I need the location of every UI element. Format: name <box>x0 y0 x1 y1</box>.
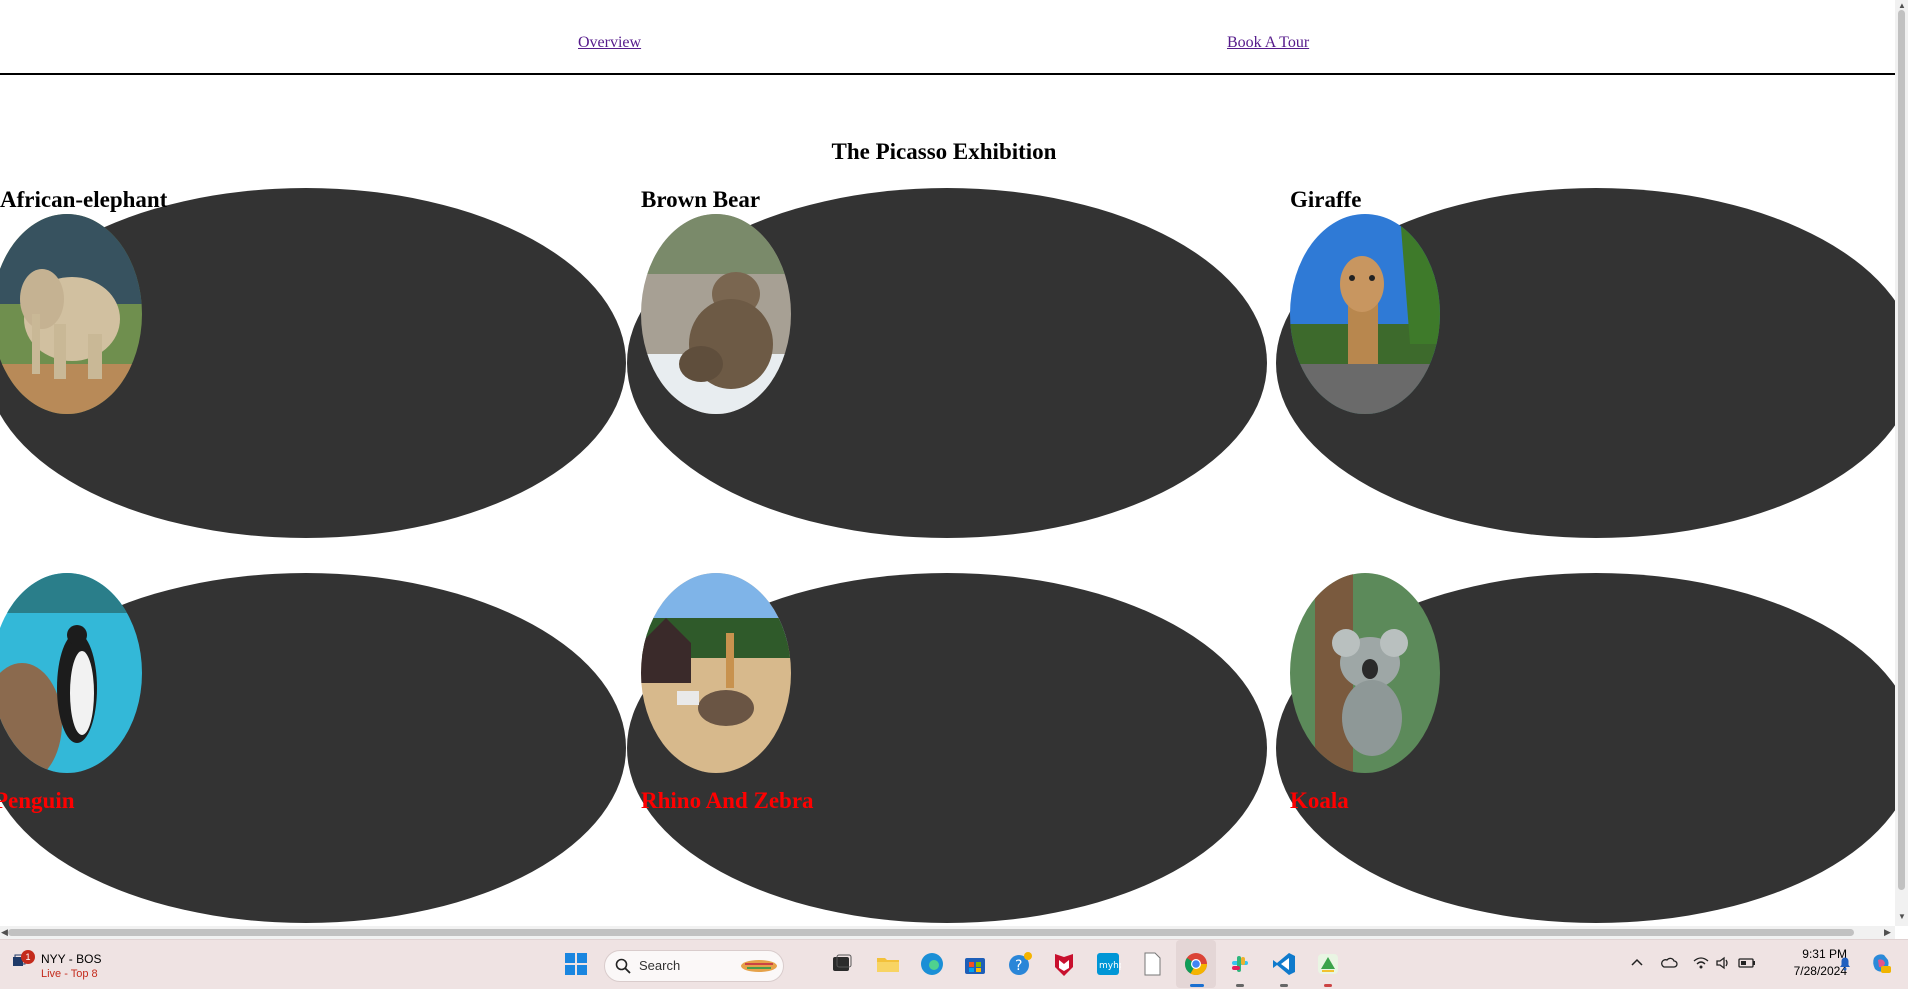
blank-document-icon[interactable] <box>1139 951 1165 977</box>
scroll-left-icon[interactable]: ◀ <box>1 927 8 938</box>
myhp-icon[interactable]: myhp <box>1095 951 1121 977</box>
exhibit-card-koala[interactable]: Koala <box>1276 573 1895 923</box>
clock-time: 9:31 PM <box>1802 947 1847 961</box>
horizontal-scroll-thumb[interactable] <box>8 929 1854 936</box>
koala-photo[interactable] <box>1290 573 1440 773</box>
scroll-down-icon[interactable]: ▼ <box>1898 912 1906 921</box>
search-icon <box>615 958 631 974</box>
copilot-icon[interactable] <box>1870 952 1892 974</box>
chrome-icon[interactable] <box>1183 951 1209 977</box>
vertical-scrollbar[interactable]: ▲ ▼ <box>1895 0 1908 926</box>
slack-icon[interactable] <box>1227 951 1253 977</box>
exhibit-name: Penguin <box>0 788 75 813</box>
notification-badge: 1 <box>21 950 35 964</box>
taskbar-clock[interactable]: 9:31 PM 7/28/2024 <box>1767 946 1847 980</box>
exhibit-card-african-elephant[interactable]: African-elephant <box>0 187 640 538</box>
chrome-running-indicator <box>1190 984 1204 987</box>
scroll-right-icon[interactable]: ▶ <box>1884 927 1891 938</box>
news-widget[interactable]: 1 NYY - BOS Live - Top 8 <box>8 948 118 982</box>
browser-viewport: Overview Book A Tour The Picasso Exhibit… <box>0 0 1895 926</box>
svg-text:?: ? <box>1015 958 1022 974</box>
exhibit-card-brown-bear[interactable]: Brown Bear <box>627 187 1281 538</box>
exhibit-card-penguin[interactable]: Penguin <box>0 573 640 923</box>
wifi-icon[interactable] <box>1692 954 1710 972</box>
app-running-indicator <box>1324 984 1332 987</box>
news-title: NYY - BOS <box>41 952 102 966</box>
windows-start-icon[interactable] <box>564 952 588 976</box>
exhibit-card-rhino-and-zebra[interactable]: Rhino And Zebra <box>627 573 1281 923</box>
brown-bear-photo[interactable] <box>641 214 791 414</box>
taskbar-search[interactable]: Search <box>604 950 784 982</box>
clock-date: 7/28/2024 <box>1793 964 1847 978</box>
exhibit-name: African-elephant <box>0 187 168 212</box>
volume-icon[interactable] <box>1714 954 1732 972</box>
horizontal-scrollbar[interactable]: ◀ ▶ <box>0 926 1895 939</box>
page-title: The Picasso Exhibition <box>831 139 1057 164</box>
giraffe-photo[interactable] <box>1290 214 1440 414</box>
exhibit-name: Brown Bear <box>641 187 761 212</box>
mcafee-icon[interactable] <box>1051 951 1077 977</box>
nav-link-overview[interactable]: Overview <box>578 34 641 52</box>
chevron-up-icon[interactable] <box>1628 954 1646 972</box>
search-highlight-icon <box>741 960 777 972</box>
vscode-icon[interactable] <box>1271 951 1297 977</box>
nav-link-book-a-tour[interactable]: Book A Tour <box>1227 34 1309 52</box>
vscode-running-indicator <box>1280 984 1288 987</box>
exhibit-name: Koala <box>1290 788 1349 813</box>
top-nav: Overview Book A Tour <box>0 0 1895 75</box>
windows-taskbar: 1 NYY - BOS Live - Top 8 Search ? myh 9:… <box>0 939 1908 989</box>
get-help-icon[interactable]: ? <box>1007 951 1033 977</box>
vertical-scroll-thumb[interactable] <box>1898 10 1905 890</box>
onedrive-cloud-icon[interactable] <box>1660 954 1678 972</box>
scroll-up-icon[interactable]: ▲ <box>1898 1 1906 10</box>
file-explorer-icon[interactable] <box>875 951 901 977</box>
battery-icon[interactable] <box>1738 954 1756 972</box>
task-view-icon[interactable] <box>829 951 855 977</box>
slack-running-indicator <box>1236 984 1244 987</box>
microsoft-store-icon[interactable] <box>962 951 988 977</box>
exhibit-card-giraffe[interactable]: Giraffe <box>1276 187 1895 538</box>
exhibit-name: Giraffe <box>1290 187 1362 212</box>
news-subtitle: Live - Top 8 <box>41 968 98 980</box>
edge-browser-icon[interactable] <box>919 951 945 977</box>
search-placeholder: Search <box>639 958 681 973</box>
app-icon-green[interactable] <box>1315 951 1341 977</box>
exhibit-name: Rhino And Zebra <box>641 788 814 813</box>
rhino-and-zebra-photo[interactable] <box>641 573 791 773</box>
notification-bell-icon[interactable] <box>1836 954 1854 972</box>
svg-text:myhp: myhp <box>1099 961 1121 971</box>
